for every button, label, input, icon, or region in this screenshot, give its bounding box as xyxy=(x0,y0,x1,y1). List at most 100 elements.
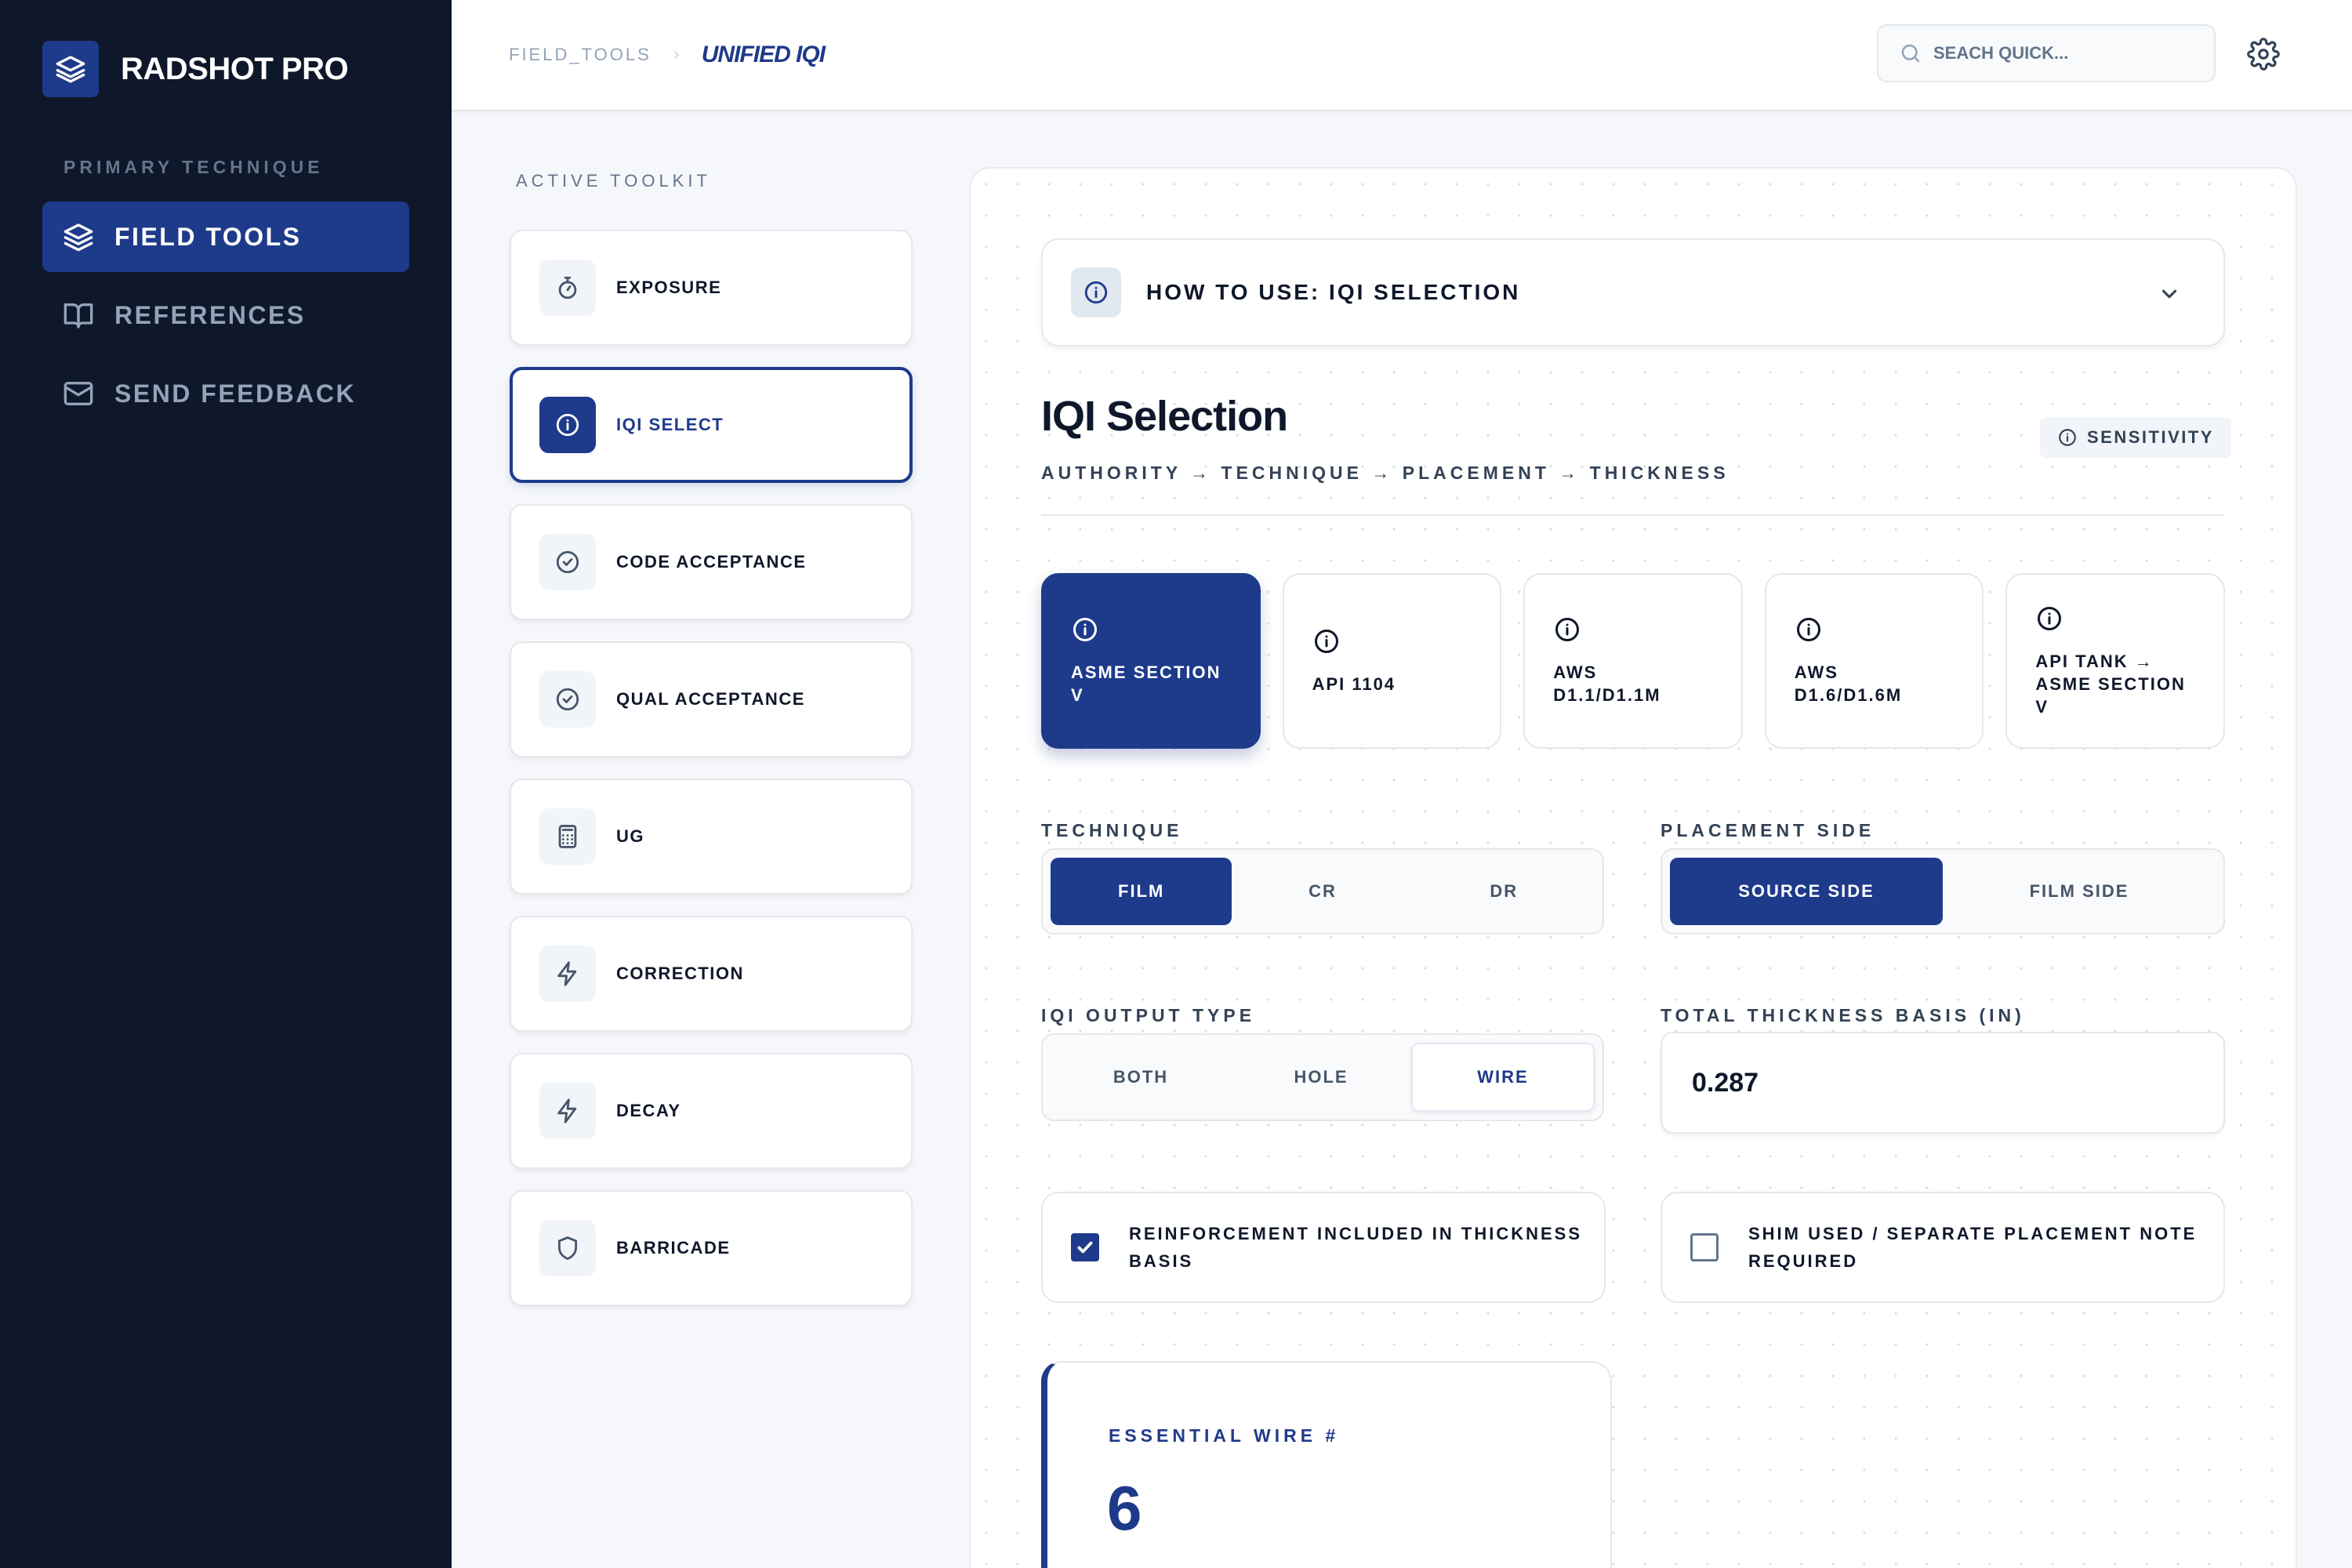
output-option-both[interactable]: BOTH xyxy=(1051,1043,1231,1112)
tool-label: CORRECTION xyxy=(616,964,744,983)
search-box[interactable] xyxy=(1877,24,2216,82)
tool-label: EXPOSURE xyxy=(616,278,722,297)
breadcrumb-parent[interactable]: FIELD_TOOLS xyxy=(509,45,652,65)
info-icon xyxy=(1071,267,1121,318)
authority-aws-d1-1[interactable]: AWS D1.1/D1.1M xyxy=(1523,573,1743,749)
tool-code-acceptance[interactable]: CODE ACCEPTANCE xyxy=(510,504,913,620)
layers-icon xyxy=(42,41,99,97)
toolkit-title: ACTIVE TOOLKIT xyxy=(516,171,711,191)
info-icon xyxy=(1553,615,1713,644)
bolt-icon xyxy=(539,1083,596,1139)
tool-label: BARRICADE xyxy=(616,1238,731,1258)
shield-icon xyxy=(539,1220,596,1276)
check-circle-icon xyxy=(539,671,596,728)
placement-option-source-side[interactable]: SOURCE SIDE xyxy=(1670,858,1943,925)
chevron-right-icon xyxy=(670,49,683,61)
info-icon xyxy=(1071,615,1231,644)
output-type-label: IQI OUTPUT TYPE xyxy=(1041,1005,1256,1025)
sidebar-item-send-feedback[interactable]: SEND FEEDBACK xyxy=(42,358,409,429)
thickness-input[interactable] xyxy=(1692,1067,2162,1098)
technique-option-cr[interactable]: CR xyxy=(1232,858,1413,925)
howto-label: HOW TO USE: IQI SELECTION xyxy=(1146,280,1521,304)
authority-label: ASME SECTION V xyxy=(1071,662,1221,705)
sensitivity-label: SENSITIVITY xyxy=(2087,427,2214,447)
sidebar: RADSHOT PRO PRIMARY TECHNIQUE FIELD TOOL… xyxy=(0,0,452,1568)
toolkit-list: EXPOSURE IQI SELECT CODE ACCEPTANCE QUAL… xyxy=(510,230,913,1327)
sidebar-section-title: PRIMARY TECHNIQUE xyxy=(64,157,324,177)
checkmark-icon xyxy=(1077,1241,1093,1254)
top-bar: FIELD_TOOLS UNIFIED IQI xyxy=(452,0,2352,111)
sensitivity-button[interactable]: SENSITIVITY xyxy=(2040,417,2231,458)
shim-checkbox[interactable] xyxy=(1690,1233,1719,1261)
check-circle-icon xyxy=(539,534,596,590)
tool-label: QUAL ACCEPTANCE xyxy=(616,689,805,709)
authority-asme-section-v[interactable]: ASME SECTION V xyxy=(1041,573,1261,749)
reinforcement-label: REINFORCEMENT INCLUDED IN THICKNESS BASI… xyxy=(1129,1224,1583,1271)
technique-option-film[interactable]: FILM xyxy=(1051,858,1232,925)
tool-label: IQI SELECT xyxy=(616,415,724,434)
authority-api-1104[interactable]: API 1104 xyxy=(1282,573,1502,749)
info-icon xyxy=(1312,627,1472,655)
shim-label: SHIM USED / SEPARATE PLACEMENT NOTE REQU… xyxy=(1748,1224,2198,1271)
divider xyxy=(1041,514,2225,516)
calculator-icon xyxy=(539,808,596,865)
gear-icon[interactable] xyxy=(2247,38,2280,71)
page-title: IQI Selection xyxy=(1041,393,1288,440)
output-option-hole[interactable]: HOLE xyxy=(1231,1043,1411,1112)
howto-accordion[interactable]: HOW TO USE: IQI SELECTION xyxy=(1041,238,2225,347)
tool-qual-acceptance[interactable]: QUAL ACCEPTANCE xyxy=(510,641,913,757)
result-card: ESSENTIAL WIRE # 6 xyxy=(1041,1361,1612,1568)
reinforcement-checkbox[interactable] xyxy=(1071,1233,1099,1261)
placement-option-film-side[interactable]: FILM SIDE xyxy=(1943,858,2216,925)
authority-label: AWS D1.1/D1.1M xyxy=(1553,662,1661,705)
info-icon xyxy=(2035,604,2195,633)
sidebar-item-label: REFERENCES xyxy=(114,300,306,329)
tool-label: CODE ACCEPTANCE xyxy=(616,552,807,572)
technique-option-dr[interactable]: DR xyxy=(1414,858,1595,925)
app-name: RADSHOT PRO xyxy=(121,51,349,86)
output-type-selector: BOTH HOLE WIRE xyxy=(1041,1033,1604,1121)
sidebar-item-label: FIELD TOOLS xyxy=(114,222,302,251)
authority-label: AWS D1.6/D1.6M xyxy=(1794,662,1903,705)
technique-selector: FILM CR DR xyxy=(1041,848,1604,935)
sidebar-item-field-tools[interactable]: FIELD TOOLS xyxy=(42,201,409,272)
search-icon xyxy=(1899,42,1922,65)
sidebar-item-label: SEND FEEDBACK xyxy=(114,379,357,408)
technique-label: TECHNIQUE xyxy=(1041,820,1183,840)
book-icon xyxy=(63,299,94,331)
authority-label: API TANK → ASME SECTION V xyxy=(2035,651,2186,717)
tool-exposure[interactable]: EXPOSURE xyxy=(510,230,913,346)
breadcrumb-current: UNIFIED IQI xyxy=(701,42,826,67)
tool-barricade[interactable]: BARRICADE xyxy=(510,1190,913,1306)
authority-aws-d1-6[interactable]: AWS D1.6/D1.6M xyxy=(1764,573,1984,749)
sidebar-nav: FIELD TOOLS REFERENCES SEND FEEDBACK xyxy=(42,201,409,437)
authority-api-tank[interactable]: API TANK → ASME SECTION V xyxy=(2005,573,2225,749)
breadcrumb: FIELD_TOOLS UNIFIED IQI xyxy=(509,39,826,71)
stopwatch-icon xyxy=(539,260,596,316)
tool-iqi-select[interactable]: IQI SELECT xyxy=(510,367,913,483)
tool-decay[interactable]: DECAY xyxy=(510,1053,913,1169)
layers-icon xyxy=(63,221,94,252)
output-option-wire[interactable]: WIRE xyxy=(1411,1043,1595,1112)
result-label: ESSENTIAL WIRE # xyxy=(1109,1425,1340,1446)
search-input[interactable] xyxy=(1933,43,2200,64)
result-value: 6 xyxy=(1107,1473,1142,1543)
authority-selector: ASME SECTION V API 1104 AWS D1.1/D1.1M A… xyxy=(1041,573,2225,749)
placement-label: PLACEMENT SIDE xyxy=(1661,820,1875,840)
tool-label: UG xyxy=(616,826,644,846)
thickness-field[interactable] xyxy=(1661,1032,2225,1134)
brand[interactable]: RADSHOT PRO xyxy=(42,41,349,97)
authority-label: API 1104 xyxy=(1312,673,1396,694)
shim-option[interactable]: SHIM USED / SEPARATE PLACEMENT NOTE REQU… xyxy=(1661,1192,2225,1303)
placement-selector: SOURCE SIDE FILM SIDE xyxy=(1661,848,2225,935)
chevron-down-icon[interactable] xyxy=(2158,282,2181,306)
tool-correction[interactable]: CORRECTION xyxy=(510,916,913,1032)
thickness-label: TOTAL THICKNESS BASIS (IN) xyxy=(1661,1005,2025,1025)
mail-icon xyxy=(63,378,94,409)
info-icon xyxy=(539,397,596,453)
reinforcement-option[interactable]: REINFORCEMENT INCLUDED IN THICKNESS BASI… xyxy=(1041,1192,1606,1303)
workflow-steps: AUTHORITY → TECHNIQUE → PLACEMENT → THIC… xyxy=(1041,463,1730,483)
info-icon xyxy=(1795,615,1955,644)
sidebar-item-references[interactable]: REFERENCES xyxy=(42,280,409,350)
tool-ug[interactable]: UG xyxy=(510,779,913,895)
